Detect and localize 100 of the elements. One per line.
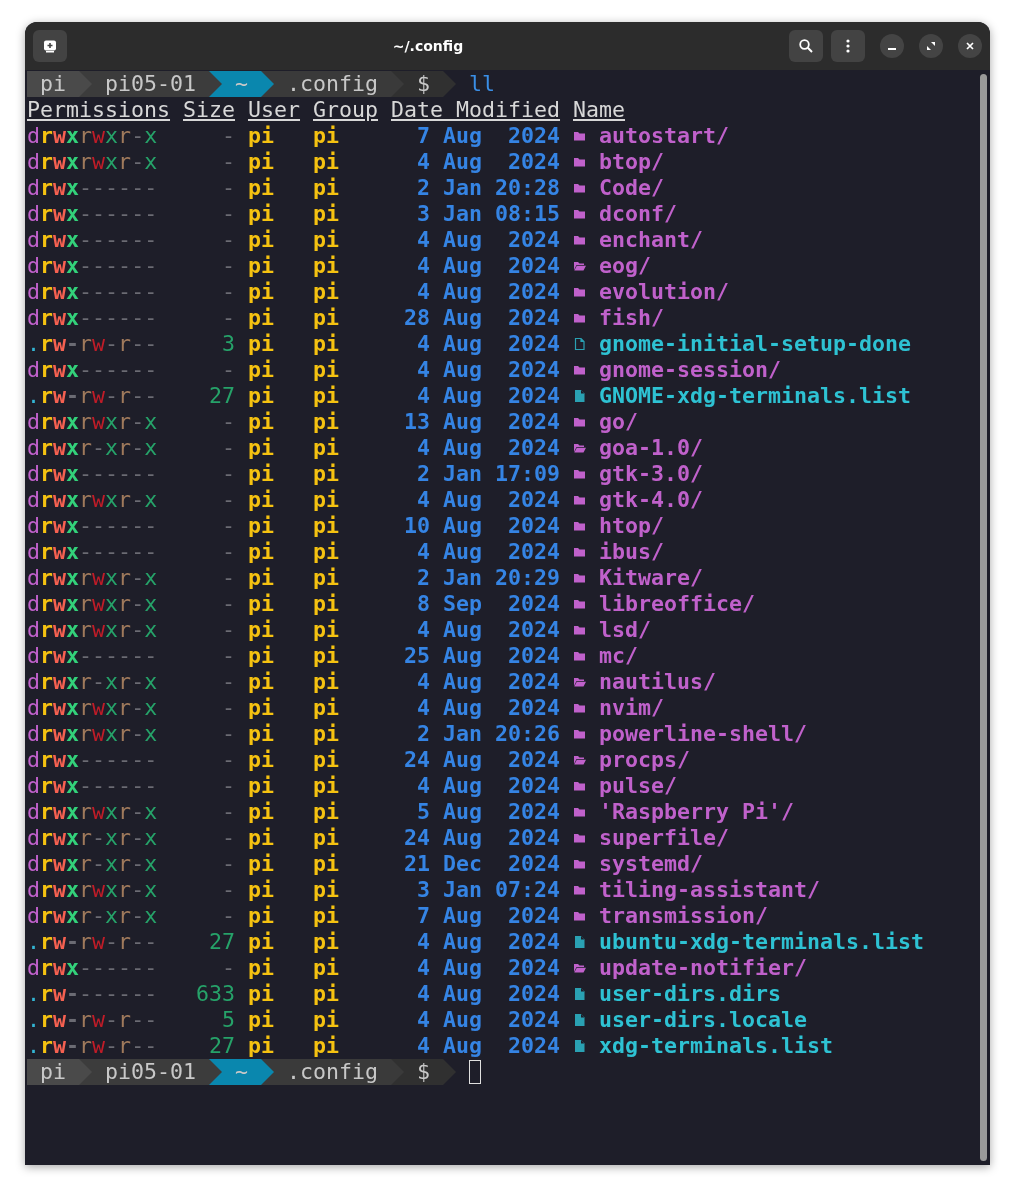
- permissions-cell-text: drwx------: [27, 357, 159, 383]
- open-folder-icon: [573, 675, 586, 689]
- size-cell-text: -: [221, 201, 235, 227]
- folder-icon: [573, 467, 586, 481]
- folder-icon: [573, 493, 586, 507]
- maximize-icon: [926, 41, 936, 51]
- user-cell-text: pi: [248, 903, 275, 929]
- date-cell-text: 4 Aug 2024: [416, 487, 560, 513]
- file-name: update-notifier/: [599, 955, 808, 981]
- folder-icon: [573, 831, 586, 845]
- file-name: ubuntu-xdg-terminals.list: [599, 929, 924, 955]
- permissions-cell-text: drwxrwxr-x: [27, 487, 159, 513]
- size-cell-text: -: [221, 955, 235, 981]
- folder-icon: [573, 623, 586, 637]
- user-cell-text: pi: [248, 409, 275, 435]
- user-cell-text: pi: [248, 565, 275, 591]
- size-cell-text: -: [221, 695, 235, 721]
- user-cell-text: pi: [248, 175, 275, 201]
- group-cell-text: pi: [313, 435, 340, 461]
- user-cell-text: pi: [248, 591, 275, 617]
- group-cell-text: pi: [313, 903, 340, 929]
- size-cell-text: 3: [221, 331, 235, 357]
- size-cell-text: -: [221, 123, 235, 149]
- size-cell-text: -: [221, 643, 235, 669]
- file-name: gnome-session/: [599, 357, 782, 383]
- date-cell-text: 7 Aug 2024: [416, 123, 560, 149]
- permissions-cell-text: drwxrwxr-x: [27, 409, 159, 435]
- folder-icon: [573, 727, 586, 741]
- open-folder-icon: [573, 961, 586, 975]
- file-icon: [573, 1039, 586, 1053]
- file-name: pulse/: [599, 773, 678, 799]
- user-cell-text: pi: [248, 513, 275, 539]
- size-cell-text: -: [221, 565, 235, 591]
- user-cell-text: pi: [248, 851, 275, 877]
- folder-icon: [573, 545, 586, 559]
- close-button[interactable]: [958, 34, 982, 58]
- file-name: Kitware/: [599, 565, 704, 591]
- group-cell-text: pi: [313, 149, 340, 175]
- permissions-header: Permissions: [27, 97, 170, 123]
- permissions-cell-text: drwxr-xr-x: [27, 825, 159, 851]
- user-cell-text: pi: [248, 1033, 275, 1059]
- file-icon: [573, 1013, 586, 1027]
- minimize-button[interactable]: [880, 34, 904, 58]
- maximize-button[interactable]: [919, 34, 943, 58]
- folder-icon: [573, 909, 586, 923]
- user-cell-text: pi: [248, 201, 275, 227]
- file-name: Code/: [599, 175, 665, 201]
- permissions-cell-text: drwx------: [27, 253, 159, 279]
- scrollbar[interactable]: [980, 74, 987, 1161]
- permissions-cell-text: drwxrwxr-x: [27, 123, 159, 149]
- permissions-cell-text: .rw-rw-r--: [27, 1007, 159, 1033]
- size-cell-text: -: [221, 227, 235, 253]
- date-cell-text: 2 Jan 20:26: [416, 721, 560, 747]
- size-cell-text: -: [221, 799, 235, 825]
- user-cell-text: pi: [248, 149, 275, 175]
- search-button[interactable]: [789, 30, 823, 62]
- group-cell-text: pi: [313, 981, 340, 1007]
- date-cell-text: 10 Aug 2024: [403, 513, 560, 539]
- file-outline-icon: [573, 337, 586, 351]
- file-name: user-dirs.locale: [599, 1007, 808, 1033]
- group-cell-text: pi: [313, 409, 340, 435]
- menu-button[interactable]: [831, 30, 865, 62]
- new-tab-button[interactable]: [33, 30, 67, 62]
- size-cell-text: -: [221, 825, 235, 851]
- permissions-cell-text: drwxrwxr-x: [27, 617, 159, 643]
- date-cell-text: 2 Jan 20:28: [416, 175, 560, 201]
- user-cell-text: pi: [248, 721, 275, 747]
- command-text: ll: [469, 71, 496, 97]
- date-cell-text: 4 Aug 2024: [416, 539, 560, 565]
- group-cell-text: pi: [313, 253, 340, 279]
- user-cell-text: pi: [248, 331, 275, 357]
- permissions-cell-text: drwxrwxr-x: [27, 149, 159, 175]
- group-cell-text: pi: [313, 617, 340, 643]
- user-cell-text: pi: [248, 357, 275, 383]
- group-header: Group: [313, 97, 378, 123]
- user-cell-text: pi: [248, 877, 275, 903]
- permissions-cell-text: drwxr-xr-x: [27, 435, 159, 461]
- date-cell-text: 8 Sep 2024: [416, 591, 560, 617]
- group-cell-text: pi: [313, 773, 340, 799]
- permissions-cell-text: drwxrwxr-x: [27, 721, 159, 747]
- permissions-cell-text: drwx------: [27, 461, 159, 487]
- file-name: autostart/: [599, 123, 730, 149]
- permissions-cell-text: .rw-rw-r--: [27, 1033, 159, 1059]
- size-cell-text: -: [221, 669, 235, 695]
- name-header: Name: [573, 97, 626, 123]
- date-cell-text: 2 Jan 20:29: [416, 565, 560, 591]
- group-cell-text: pi: [313, 1033, 340, 1059]
- file-icon: [573, 935, 586, 949]
- file-name: powerline-shell/: [599, 721, 808, 747]
- file-name: fish/: [599, 305, 665, 331]
- size-cell-text: 27: [208, 929, 235, 955]
- permissions-cell-text: .rw-------: [27, 981, 159, 1007]
- size-cell-text: -: [221, 903, 235, 929]
- permissions-cell-text: drwx------: [27, 305, 159, 331]
- user-cell-text: pi: [248, 773, 275, 799]
- group-cell-text: pi: [313, 643, 340, 669]
- permissions-cell-text: .rw-rw-r--: [27, 331, 159, 357]
- file-name: nautilus/: [599, 669, 717, 695]
- folder-icon: [573, 311, 586, 325]
- size-cell-text: -: [221, 617, 235, 643]
